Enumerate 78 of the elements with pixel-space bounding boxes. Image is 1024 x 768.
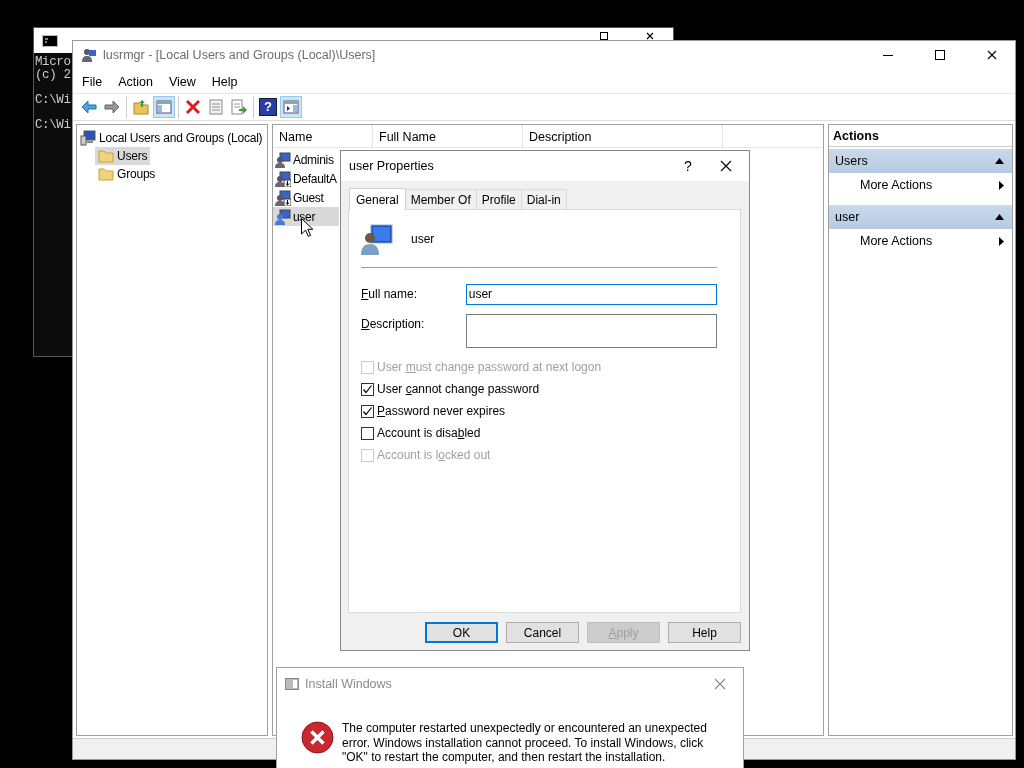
computer-icon [80,130,96,146]
section-title: user [835,210,861,224]
checkbox[interactable] [361,426,374,440]
folder-icon [98,148,114,164]
disabled-user-icon [275,170,291,187]
field-label: Full name: [361,286,419,303]
back-arrow-icon[interactable] [81,99,97,115]
menu-item[interactable]: Action [110,73,161,91]
column-header[interactable]: Name [273,125,373,147]
action-link[interactable]: More Actions [829,229,1012,253]
menu-item[interactable]: Help [203,73,246,91]
tree-item[interactable]: Users [95,147,151,165]
checkbox-label: Password never expires [377,404,506,418]
disabled-user-icon [275,189,291,206]
installer-icon [285,677,299,690]
list-item[interactable]: DefaultA [273,169,339,188]
user-name: user [411,232,435,246]
list-item[interactable]: Guest [273,188,339,207]
checkbox-label: User must change password at next logon [377,360,602,374]
console-line: Micro [35,56,71,69]
toggle-button[interactable] [153,96,175,118]
submenu-arrow-icon [999,236,1004,246]
error-message: The computer restarted unexpectedly or encountered an unexpected error. Windows installation cannot proceed. To install Windows, click "OK" to restart the computer, and then restart the installation. [342,721,708,765]
dialog-title: Install Windows [305,676,393,691]
dialog-button[interactable]: Help [668,622,741,643]
folder-up-icon[interactable] [133,99,149,115]
checkbox-label: Account is locked out [377,448,491,462]
console-line: C:\Wi [35,118,71,131]
tab[interactable]: Dial-in [520,189,567,209]
console-tree-icon [156,99,172,115]
checkbox-label: User cannot change password [377,382,540,396]
console-icon [42,34,58,47]
export-list-icon[interactable] [231,99,247,115]
window-title: lusrmgr - [Local Users and Groups (Local)\Users] [103,48,376,62]
dialog-title: user Properties [349,159,435,173]
console-line: (c) 2 [35,68,71,81]
list-item[interactable]: Adminis [273,150,339,169]
console-line: C:\Wi [35,93,71,106]
list-item[interactable]: user [273,207,339,226]
delete-icon[interactable] [185,99,201,115]
action-link[interactable]: More Actions [829,173,1012,197]
forward-arrow-icon[interactable] [104,99,120,115]
collapse-arrow-icon [995,158,1004,164]
actions-header: Actions [829,125,1012,147]
maximize-icon[interactable] [600,32,608,40]
close-icon[interactable] [720,160,732,172]
column-header[interactable]: Description [523,125,723,147]
checkbox[interactable] [361,382,374,396]
help-button[interactable]: ? [673,158,703,174]
tab[interactable]: General [349,188,406,210]
close-icon[interactable] [646,32,654,40]
text-box[interactable] [465,314,717,348]
toggle-button[interactable] [280,96,302,118]
section-header[interactable]: user [829,205,1012,229]
action-pane-icon [283,99,299,115]
tree-item[interactable]: Groups [95,165,159,183]
collapse-arrow-icon [995,214,1004,220]
menu-item[interactable]: File [74,73,111,91]
maximize-icon[interactable] [935,50,945,60]
user-icon [275,208,291,225]
dialog-button[interactable]: OK [425,622,498,643]
input-field[interactable]: user [465,284,717,305]
column-header[interactable]: Full Name [373,125,523,147]
error-icon [301,721,334,754]
dialog-button[interactable]: Cancel [506,622,579,643]
menu-item[interactable]: View [160,73,204,91]
field-label: Description: [361,316,426,333]
section-header[interactable]: Users [829,149,1012,173]
checkbox-label: Account is disabled [377,426,481,440]
close-icon[interactable] [987,50,997,60]
section-title: Users [835,154,869,168]
user-icon [361,223,393,255]
submenu-arrow-icon [999,180,1004,190]
help-button[interactable]: ? [257,96,279,118]
user-icon [275,151,291,168]
users-app-icon [81,47,97,63]
tree-item[interactable]: Local Users and Groups (Local) [77,129,266,147]
checkbox[interactable] [361,404,374,418]
